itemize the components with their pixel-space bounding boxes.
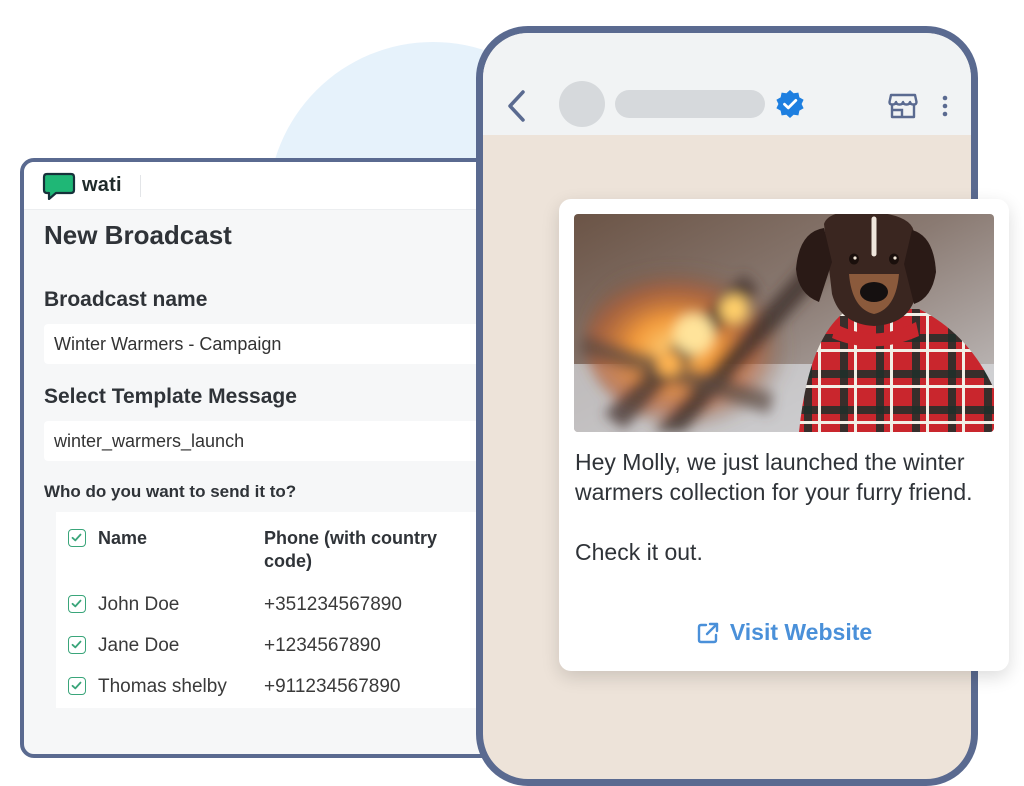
- message-line-1: Hey Molly, we just launched the winter w…: [575, 449, 973, 505]
- column-header-phone-line1: Phone (with country: [264, 528, 437, 548]
- chat-bubble-logo-icon: [42, 172, 76, 200]
- message-bubble: Hey Molly, we just launched the winter w…: [559, 199, 1009, 671]
- recipients-table: Name Phone (with country code) John Doe …: [56, 512, 516, 708]
- message-text: Hey Molly, we just launched the winter w…: [575, 447, 995, 567]
- recipient-name: Jane Doe: [98, 635, 180, 656]
- row-checkbox[interactable]: [68, 636, 86, 654]
- broadcast-panel: wati New Broadcast Broadcast name Winter…: [20, 158, 520, 758]
- row-checkbox[interactable]: [68, 677, 86, 695]
- external-link-icon: [697, 622, 719, 643]
- visit-website-label: Visit Website: [729, 619, 873, 645]
- broadcast-name-input[interactable]: Winter Warmers - Campaign: [44, 324, 504, 364]
- recipient-phone: +911234567890: [264, 676, 401, 697]
- chat-header-bar: [483, 33, 971, 135]
- message-image[interactable]: [574, 214, 994, 432]
- template-label: Select Template Message: [44, 385, 297, 408]
- broadcast-name-value: Winter Warmers - Campaign: [54, 333, 282, 354]
- message-line-2: Check it out.: [575, 539, 703, 565]
- more-vertical-icon[interactable]: [941, 95, 949, 117]
- recipient-phone: +1234567890: [264, 635, 381, 656]
- column-header-phone-line2: code): [264, 551, 313, 571]
- broadcast-name-label: Broadcast name: [44, 288, 208, 311]
- select-all-checkbox[interactable]: [68, 529, 86, 547]
- recipient-name: Thomas shelby: [98, 676, 227, 697]
- panel-header: wati: [24, 162, 516, 210]
- check-icon: [71, 533, 82, 542]
- recipient-phone: +351234567890: [264, 594, 402, 615]
- dog-by-fire-image: [574, 214, 994, 432]
- page-title: New Broadcast: [44, 220, 232, 250]
- header-divider: [139, 174, 141, 197]
- check-icon: [71, 681, 82, 690]
- recipient-name: John Doe: [98, 594, 180, 615]
- shop-icon[interactable]: [888, 91, 918, 119]
- template-value: winter_warmers_launch: [54, 430, 245, 451]
- template-select[interactable]: winter_warmers_launch: [44, 421, 504, 461]
- check-icon: [71, 640, 82, 649]
- column-header-name[interactable]: Name: [98, 527, 147, 550]
- check-icon: [71, 599, 82, 608]
- contact-name-placeholder: [615, 90, 765, 118]
- recipients-label: Who do you want to send it to?: [44, 482, 297, 501]
- brand-logo[interactable]: wati: [42, 172, 122, 200]
- row-checkbox[interactable]: [68, 595, 86, 613]
- column-header-phone[interactable]: Phone (with country code): [264, 527, 437, 573]
- avatar[interactable]: [559, 81, 605, 127]
- back-arrow-icon[interactable]: [505, 89, 529, 123]
- verified-badge-icon: [776, 90, 804, 118]
- brand-name: wati: [82, 174, 122, 196]
- visit-website-button[interactable]: Visit Website: [559, 619, 1009, 646]
